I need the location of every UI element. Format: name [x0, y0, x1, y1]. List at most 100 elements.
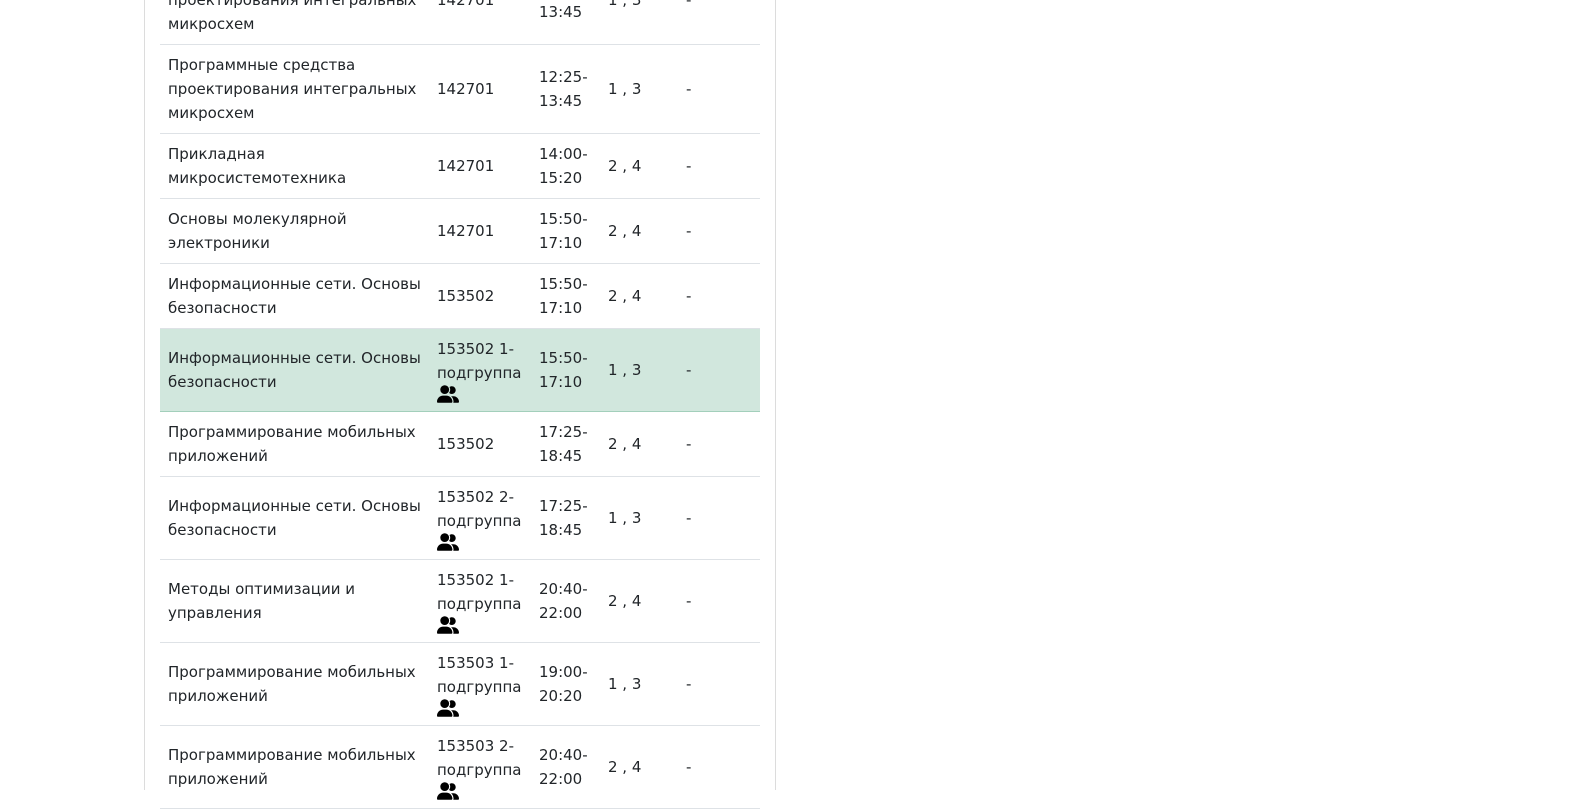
table-row[interactable]: Программные средства проектирования инте…: [160, 44, 760, 134]
weeks-cell: 1 , 3: [600, 642, 678, 726]
table-row[interactable]: Программирование мобильных приложений 15…: [160, 725, 760, 809]
table-row[interactable]: Прикладная микросистемотехника 142701 14…: [160, 133, 760, 199]
time-cell: 15:50- 17:10: [531, 328, 600, 412]
users-icon: [437, 385, 459, 403]
subject-cell: Программные средства проектирования инте…: [160, 44, 429, 134]
time-start: 15:50-: [539, 210, 588, 228]
schedule-table: Программные средства проектирования инте…: [160, 0, 760, 809]
weeks-cell: 2 , 4: [600, 133, 678, 199]
group-cell: 142701: [429, 0, 531, 45]
time-end: 17:10: [539, 373, 583, 391]
subject-cell: Программирование мобильных приложений: [160, 642, 429, 726]
subject-cell: Программные средства проектирования инте…: [160, 0, 429, 45]
group-cell: 153503 2- подгруппа: [429, 725, 531, 809]
time-end: 18:45: [539, 447, 583, 465]
room-value: -: [686, 80, 692, 98]
time-end: 18:45: [539, 521, 583, 539]
schedule-table-body: Программные средства проектирования инте…: [160, 0, 760, 809]
users-icon: [437, 699, 459, 717]
table-row[interactable]: Информационные сети. Основы безопасности…: [160, 328, 760, 412]
users-icon: [437, 782, 459, 800]
weeks-value: 1 , 3: [608, 80, 642, 98]
weeks-cell: 2 , 4: [600, 263, 678, 329]
group-cell: 153502 1- подгруппа: [429, 559, 531, 643]
subject-name: Основы молекулярной электроники: [168, 210, 347, 252]
time-cell: 17:25- 18:45: [531, 476, 600, 560]
time-cell: 14:00- 15:20: [531, 133, 600, 199]
time-cell: 19:00- 20:20: [531, 642, 600, 726]
subgroup-label: подгруппа: [437, 364, 522, 382]
weeks-cell: 2 , 4: [600, 198, 678, 264]
group-number: 142701: [437, 0, 495, 9]
group-number: 142701: [437, 157, 495, 175]
room-cell: -: [678, 44, 760, 134]
subject-name: Программирование мобильных приложений: [168, 746, 416, 788]
group-cell: 153502 2- подгруппа: [429, 476, 531, 560]
room-value: -: [686, 0, 692, 9]
group-number: 153503 2-: [437, 737, 514, 755]
room-cell: -: [678, 642, 760, 726]
room-value: -: [686, 287, 692, 305]
weeks-value: 1 , 3: [608, 361, 642, 379]
group-cell: 153502: [429, 263, 531, 329]
room-cell: -: [678, 263, 760, 329]
subject-name: Информационные сети. Основы безопасности: [168, 275, 421, 317]
time-cell: 20:40- 22:00: [531, 559, 600, 643]
weeks-value: 2 , 4: [608, 758, 642, 776]
subject-cell: Прикладная микросистемотехника: [160, 133, 429, 199]
weeks-cell: 2 , 4: [600, 411, 678, 477]
weeks-cell: 2 , 4: [600, 725, 678, 809]
time-cell: 15:50- 17:10: [531, 263, 600, 329]
time-end: 17:10: [539, 299, 583, 317]
weeks-value: 1 , 3: [608, 675, 642, 693]
weeks-cell: 1 , 3: [600, 328, 678, 412]
room-value: -: [686, 592, 692, 610]
room-cell: -: [678, 328, 760, 412]
subject-name: Информационные сети. Основы безопасности: [168, 497, 421, 539]
room-value: -: [686, 509, 692, 527]
table-row[interactable]: Информационные сети. Основы безопасности…: [160, 263, 760, 329]
subgroup-label: подгруппа: [437, 595, 522, 613]
room-value: -: [686, 157, 692, 175]
subject-cell: Программирование мобильных приложений: [160, 411, 429, 477]
time-start: 17:25-: [539, 423, 588, 441]
table-row[interactable]: Основы молекулярной электроники 142701 1…: [160, 198, 760, 264]
group-number: 153503 1-: [437, 654, 514, 672]
time-start: 19:00-: [539, 663, 588, 681]
weeks-value: 2 , 4: [608, 157, 642, 175]
group-cell: 142701: [429, 44, 531, 134]
time-cell: 12:25- 13:45: [531, 44, 600, 134]
group-number: 153502: [437, 435, 495, 453]
room-cell: -: [678, 411, 760, 477]
subgroup-label: подгруппа: [437, 678, 522, 696]
group-cell: 142701: [429, 198, 531, 264]
table-row[interactable]: Информационные сети. Основы безопасности…: [160, 476, 760, 560]
room-cell: -: [678, 559, 760, 643]
weeks-value: 2 , 4: [608, 222, 642, 240]
weeks-cell: 1 , 3: [600, 44, 678, 134]
weeks-cell: 1 , 3: [600, 0, 678, 45]
group-number: 142701: [437, 222, 495, 240]
table-row[interactable]: Программирование мобильных приложений 15…: [160, 642, 760, 726]
subject-cell: Основы молекулярной электроники: [160, 198, 429, 264]
table-row[interactable]: Программирование мобильных приложений 15…: [160, 411, 760, 477]
time-end: 13:45: [539, 92, 583, 110]
weeks-cell: 1 , 3: [600, 476, 678, 560]
group-cell: 153502: [429, 411, 531, 477]
group-cell: 153503 1- подгруппа: [429, 642, 531, 726]
weeks-value: 2 , 4: [608, 287, 642, 305]
subgroup-label: подгруппа: [437, 761, 522, 779]
room-cell: -: [678, 198, 760, 264]
weeks-value: 2 , 4: [608, 435, 642, 453]
group-number: 153502 1-: [437, 340, 514, 358]
time-cell: 15:50- 17:10: [531, 198, 600, 264]
subgroup-label: подгруппа: [437, 512, 522, 530]
table-row[interactable]: Программные средства проектирования инте…: [160, 0, 760, 45]
table-row[interactable]: Методы оптимизации и управления 153502 1…: [160, 559, 760, 643]
subject-cell: Программирование мобильных приложений: [160, 725, 429, 809]
time-start: 14:00-: [539, 145, 588, 163]
time-start: 20:40-: [539, 746, 588, 764]
users-icon: [437, 616, 459, 634]
group-cell: 153502 1- подгруппа: [429, 328, 531, 412]
group-number: 153502 1-: [437, 571, 514, 589]
